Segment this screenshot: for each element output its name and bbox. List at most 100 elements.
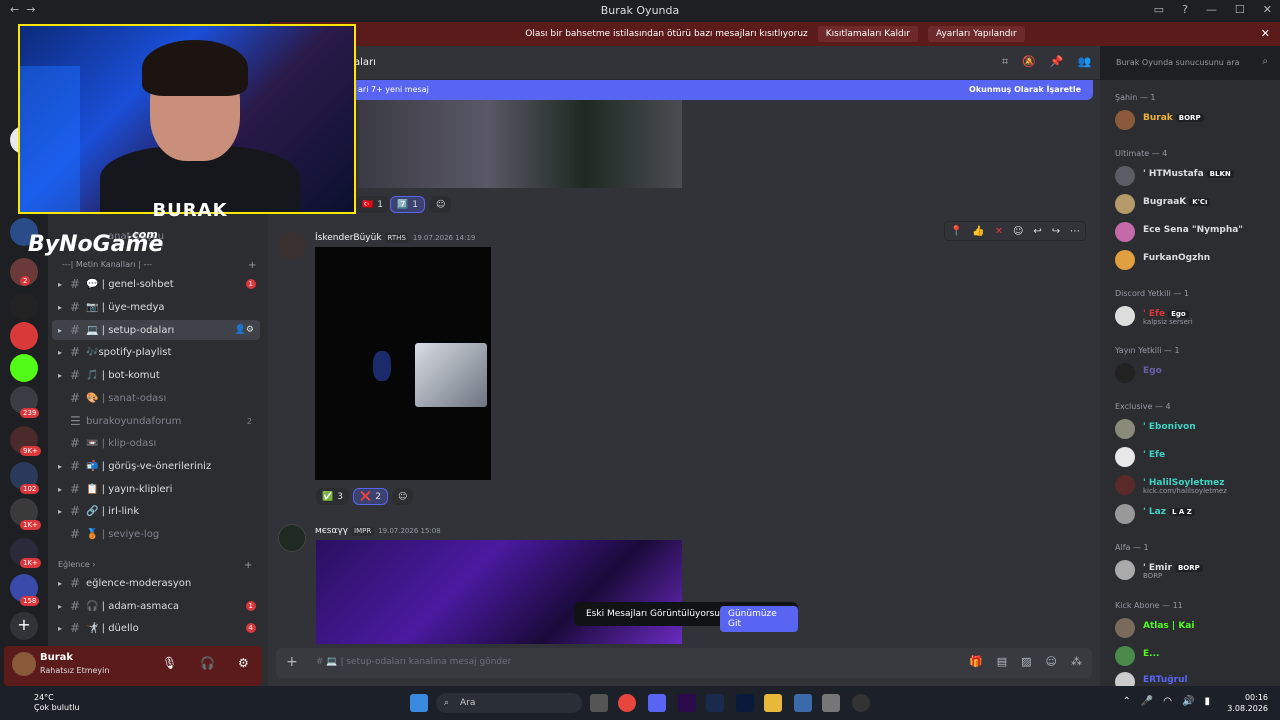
add-reaction-icon[interactable]: ☺ [430,196,452,213]
emoji-icon[interactable]: ☺ [1046,655,1057,668]
member-item[interactable]: ' HTMustafa BLKN [1115,166,1275,188]
settings-icon[interactable] [822,694,840,712]
member-item[interactable]: Ego [1115,363,1275,385]
reaction[interactable]: 7️⃣ 1 [390,196,425,213]
reply-icon[interactable]: ↩ [1033,226,1041,237]
gif-icon[interactable]: ▤ [997,655,1007,668]
channel-duello[interactable]: ▸ # 🤺 | düello 4 [48,618,262,638]
window-controls[interactable]: ▭ ? — ☐ ✕ [1154,3,1272,16]
channel-bot-komut[interactable]: ▸ # 🎵 | bot-komut [48,365,262,385]
member-item[interactable]: ' Efe [1115,447,1275,469]
reaction[interactable]: 🇹🇷 1 [356,196,389,213]
server-icon[interactable] [10,292,38,320]
settings-icon[interactable]: 👤⚙ [235,325,254,335]
author-name[interactable]: İskenderBüyük [315,233,382,243]
channel-klip-odasi[interactable]: # 📼 | klip-odası [48,433,262,453]
chrome-icon[interactable] [618,694,636,712]
help-icon[interactable]: ? [1182,3,1188,16]
weather-widget[interactable]: 24°C Çok bulutlu [34,693,80,713]
member-item[interactable]: ' Laz L A Z [1115,504,1275,526]
clock[interactable]: 00:16 3.08.2026 [1227,692,1268,714]
member-item[interactable]: Ece Sena "Nympha" [1115,222,1275,244]
message-composer[interactable]: + # 💻 | setup-odaları kanalına mesaj gön… [276,648,1092,678]
add-channel-icon[interactable]: + [244,560,252,571]
sticker-icon[interactable]: ▨ [1021,655,1031,668]
inbox-icon[interactable]: ▭ [1154,3,1164,16]
member-item[interactable]: E... [1115,646,1275,668]
author-name[interactable]: мєsαγγ [315,526,348,536]
discord-icon[interactable] [648,694,666,712]
pin-icon[interactable]: 📌 [1050,55,1064,69]
server-icon[interactable] [10,322,38,350]
photoshop-icon[interactable] [736,694,754,712]
app-icon[interactable] [852,694,870,712]
close-icon[interactable]: ✕ [1263,3,1272,16]
banner-close-icon[interactable]: ✕ [1261,27,1270,40]
channel-gorus-ve-onerileriniz[interactable]: ▸ # 📬 | görüş-ve-önerileriniz [48,456,262,476]
category-text-channels[interactable]: ---| Metin Kanalları | --- + [62,260,256,271]
member-item[interactable]: ' Ebonivon [1115,419,1275,441]
jump-to-present-button[interactable]: Günümüze Git [720,606,798,632]
avatar[interactable] [12,652,36,676]
add-server-icon[interactable]: + [10,612,38,640]
user-settings-icon[interactable]: ⚙ [238,656,249,670]
minimize-icon[interactable]: — [1206,3,1217,16]
attach-icon[interactable]: + [286,654,298,670]
steam-icon[interactable] [706,694,724,712]
apps-icon[interactable]: ⁂ [1071,655,1082,668]
avatar[interactable] [278,524,306,552]
server-icon[interactable] [10,354,38,382]
add-reaction-icon[interactable]: ☺ [1013,226,1023,237]
member-item[interactable]: BugraaK K'Cı [1115,194,1275,216]
configure-settings-button[interactable]: Ayarları Yapılandır [927,26,1025,42]
new-messages-bar[interactable]: ari 7+ yeni mesaj Okunmuş Olarak İşaretl… [352,80,1093,100]
folder-icon[interactable] [764,694,782,712]
more-icon[interactable]: ⋯ [1070,226,1080,237]
reaction[interactable]: ✅ 3 [316,488,349,505]
member-item[interactable]: FurkanOgzhn [1115,250,1275,272]
member-list-icon[interactable]: 👥 [1078,55,1092,69]
add-reaction-icon[interactable]: ☺ [392,488,414,505]
thumbs-up-icon[interactable]: 👍 [972,226,984,237]
gift-icon[interactable]: 🎁 [969,655,983,668]
member-item[interactable]: ' Efe Ego kalpsiz serseri [1115,306,1275,328]
microphone-icon[interactable]: 🎙 [162,656,177,670]
channel-genel-sohbet[interactable]: ▸ # 💬 | genel-sohbet 1 [48,274,262,294]
reaction[interactable]: ❌ 2 [353,488,388,505]
message-input[interactable]: # 💻 | setup-odaları kanalına mesaj gönde… [316,657,511,667]
forward-icon[interactable]: ↪ [1052,226,1060,237]
channel-setup-odalari[interactable]: ▸ # 💻 | setup-odaları 👤⚙ [52,320,260,340]
member-item[interactable]: ' Emir BORP BORP [1115,560,1275,582]
channel-yayin-klipleri[interactable]: ▸ # 📋 | yayın-klipleri [48,479,262,499]
channel-adam-asmaca[interactable]: ▸ # 🎧 | adam-asmaca 1 [48,596,262,616]
member-item[interactable]: Atlas | Kai [1115,618,1275,640]
forum-burakoyundaforum[interactable]: ☰ burakoyundaforum 2 [48,411,262,431]
channel-sanat-odasi[interactable]: # 🎨 | sanat-odası [48,388,262,408]
category-eglence[interactable]: Eğlence › + [58,560,252,571]
message-image[interactable] [315,247,491,480]
mute-icon[interactable]: 🔕 [1022,55,1036,69]
message-image[interactable] [358,100,682,188]
member-item[interactable]: Burak BORP [1115,110,1275,132]
channel-seviye-log[interactable]: # 🥉 | seviye-log [48,524,262,544]
app-icon[interactable] [794,694,812,712]
channel-eglence-moderasyon[interactable]: ▸ # eğlence-moderasyon [48,573,262,593]
mark-as-read-button[interactable]: Okunmuş Olarak İşaretle [969,85,1081,94]
start-icon[interactable] [410,694,428,712]
search-input[interactable]: Burak Oyunda sunucusunu ara ⌕ [1110,52,1274,72]
channel-irl-link[interactable]: ▸ # 🔗 | irl-link [48,501,262,521]
channel-uye-medya[interactable]: ▸ # 📷 | üye-medya [48,297,262,317]
member-item[interactable]: ' HalilSoyletmez kick.com/halilsoyletmez [1115,475,1275,497]
threads-icon[interactable]: ⌗ [1002,55,1008,69]
system-tray[interactable]: ⌃ 🎤 ◠ 🔊 ▮ [1122,696,1210,707]
headphones-icon[interactable]: 🎧 [200,656,215,670]
pin-reaction-icon[interactable]: 📍 [950,226,962,237]
channel-spotify-playlist[interactable]: ▸ # 🎶 spotify-playlist [48,342,262,362]
premiere-icon[interactable] [678,694,696,712]
avatar[interactable] [278,232,306,260]
x-reaction-icon[interactable]: ✕ [995,226,1003,237]
message-image[interactable] [316,540,682,644]
remove-restrictions-button[interactable]: Kısıtlamaları Kaldır [817,26,918,42]
maximize-icon[interactable]: ☐ [1235,3,1245,16]
task-view-icon[interactable] [590,694,608,712]
